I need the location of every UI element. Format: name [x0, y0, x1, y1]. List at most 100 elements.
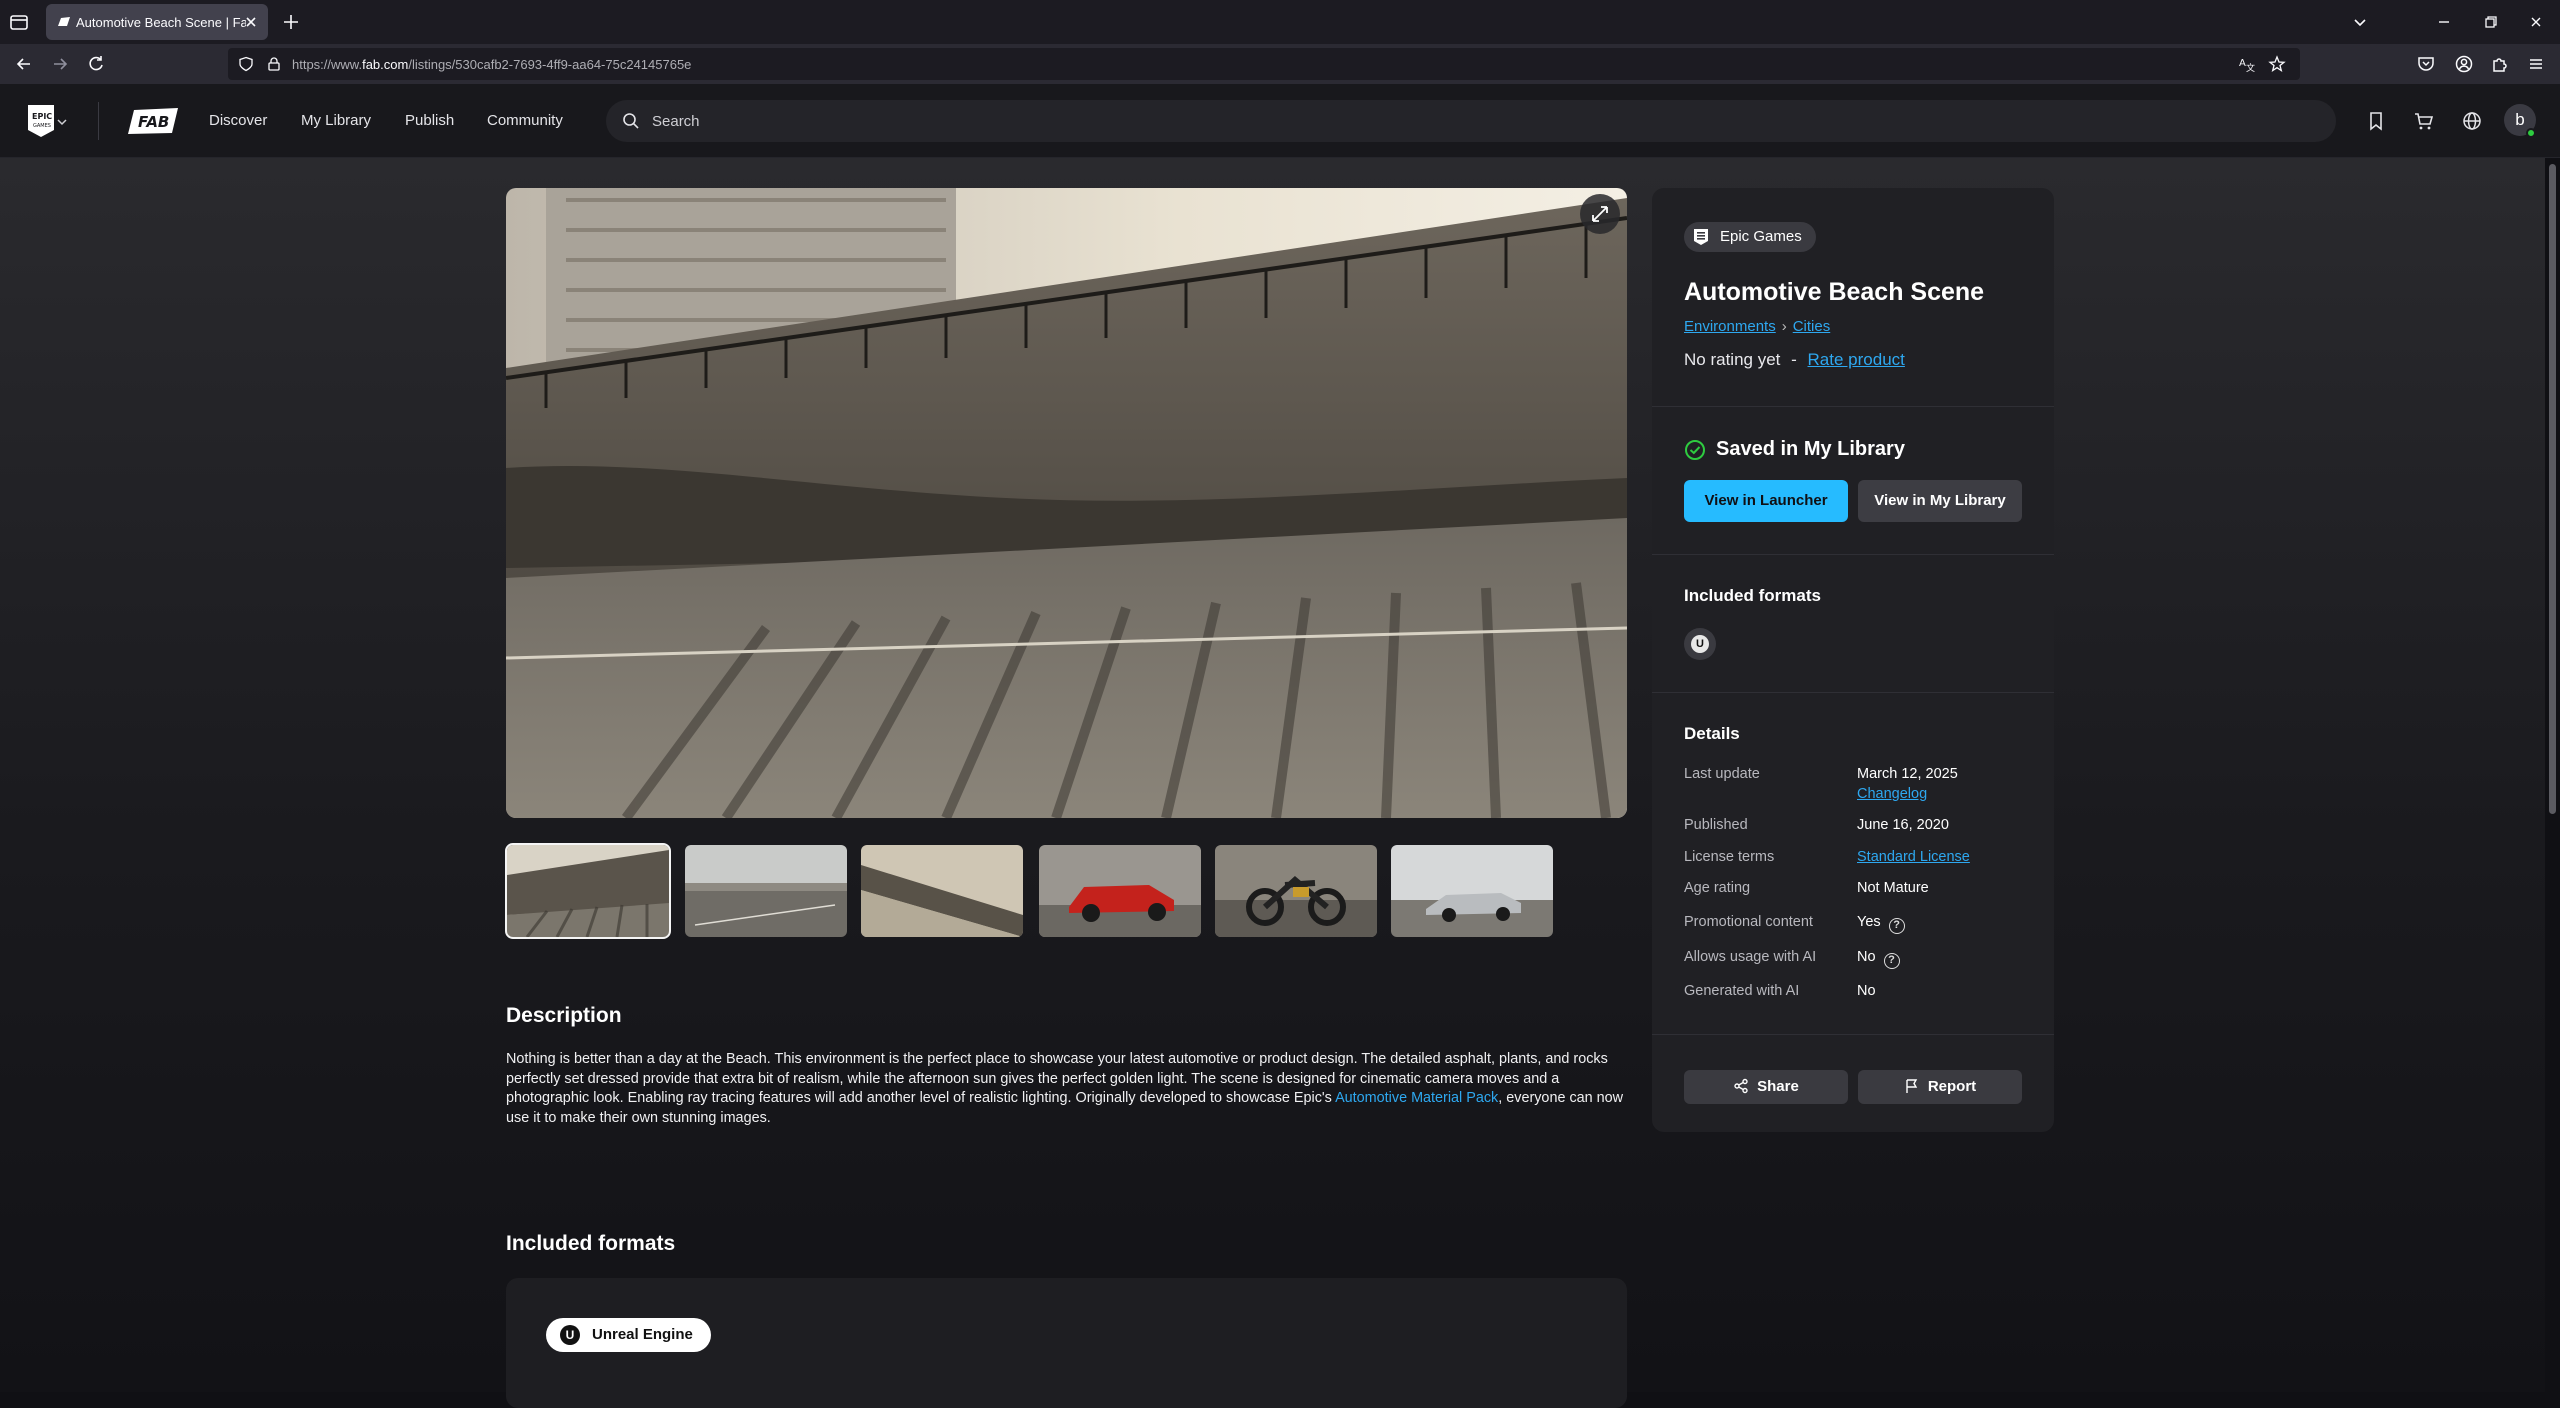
divider: [1652, 406, 2054, 407]
expand-fullscreen-button[interactable]: [1580, 194, 1620, 234]
pocket-icon[interactable]: [2414, 52, 2438, 76]
thumbnail-2[interactable]: [685, 845, 847, 937]
svg-text:FAB: FAB: [138, 113, 169, 131]
view-in-launcher-button[interactable]: View in Launcher: [1684, 480, 1848, 522]
detail-value-ai-usage: No?: [1857, 949, 1900, 969]
changelog-link[interactable]: Changelog: [1857, 786, 1927, 802]
detail-value-last-update: March 12, 2025: [1857, 766, 1958, 782]
minimize-icon[interactable]: [2432, 10, 2456, 34]
nav-discover[interactable]: Discover: [209, 112, 267, 129]
epic-games-logo-icon[interactable]: EPIC GAMES: [26, 104, 56, 138]
nav-my-library[interactable]: My Library: [301, 112, 371, 129]
rating-row: No rating yet - Rate product: [1684, 350, 1905, 370]
rate-product-link[interactable]: Rate product: [1808, 350, 1905, 369]
forward-icon[interactable]: [48, 52, 72, 76]
divider: [1652, 554, 2054, 555]
library-status: Saved in My Library: [1684, 438, 1905, 461]
help-icon[interactable]: ?: [1888, 918, 1905, 934]
included-formats-heading: Included formats: [1684, 586, 1821, 605]
nav-publish[interactable]: Publish: [405, 112, 454, 129]
unreal-engine-format-tab[interactable]: U Unreal Engine: [546, 1318, 711, 1352]
cart-icon[interactable]: [2412, 109, 2436, 133]
detail-label-promotional: Promotional content: [1684, 914, 1813, 930]
tab-title: Automotive Beach Scene | Fab: [76, 15, 246, 30]
fab-logo-icon[interactable]: FAB: [124, 106, 180, 136]
wishlist-bookmark-icon[interactable]: [2364, 109, 2388, 133]
category-breadcrumb: Environments › Cities: [1684, 318, 1830, 335]
report-button[interactable]: Report: [1858, 1070, 2022, 1104]
url-text: https://www.fab.com/listings/530cafb2-76…: [292, 57, 692, 72]
hero-preview-image[interactable]: [506, 188, 1627, 818]
app-menu-icon[interactable]: [2524, 52, 2548, 76]
thumbnail-3[interactable]: [861, 845, 1023, 937]
browser-tab-bar: Automotive Beach Scene | Fab: [0, 0, 2560, 44]
svg-text:EPIC: EPIC: [32, 112, 52, 121]
thumbnail-6[interactable]: [1391, 845, 1553, 937]
product-title: Automotive Beach Scene: [1684, 278, 1985, 306]
svg-text:文: 文: [2246, 62, 2255, 73]
divider: [1652, 692, 2054, 693]
site-header: EPIC GAMES FAB Discover My Library Publis…: [0, 84, 2560, 158]
details-heading: Details: [1684, 724, 1740, 743]
thumbnail-5[interactable]: [1215, 845, 1377, 937]
address-bar[interactable]: https://www.fab.com/listings/530cafb2-76…: [228, 48, 2300, 80]
page-scrollbar[interactable]: [2545, 158, 2560, 1392]
unreal-engine-icon: U: [560, 1325, 580, 1345]
description-heading: Description: [506, 1004, 622, 1027]
svg-text:A: A: [2239, 58, 2246, 69]
restore-icon[interactable]: [2478, 10, 2502, 34]
tab-close-icon[interactable]: [242, 13, 260, 31]
breadcrumb-cities[interactable]: Cities: [1793, 318, 1831, 335]
account-icon[interactable]: [2452, 52, 2476, 76]
header-divider: [98, 102, 99, 140]
rating-text: No rating yet: [1684, 350, 1781, 369]
browser-tab-active[interactable]: Automotive Beach Scene | Fab: [46, 4, 268, 40]
description-text: Nothing is better than a day at the Beac…: [506, 1051, 1624, 1126]
unreal-engine-format-icon[interactable]: U: [1684, 628, 1716, 660]
online-status-dot: [2526, 128, 2536, 138]
fab-favicon-icon: [56, 14, 72, 30]
publisher-name: Epic Games: [1720, 228, 1802, 245]
detail-value-published: June 16, 2020: [1857, 817, 1949, 833]
thumbnail-1[interactable]: [505, 843, 671, 939]
new-tab-icon[interactable]: [280, 11, 302, 33]
lock-icon[interactable]: [266, 56, 282, 72]
scrollbar-thumb[interactable]: [2549, 164, 2556, 814]
translate-icon[interactable]: A文: [2238, 55, 2256, 73]
back-icon[interactable]: [12, 52, 36, 76]
extensions-icon[interactable]: [2488, 52, 2512, 76]
tracking-shield-icon[interactable]: [238, 56, 254, 72]
bookmark-star-icon[interactable]: [2268, 55, 2286, 73]
license-link-wrap: Standard License: [1857, 849, 1970, 865]
product-sidebar: Epic Games Automotive Beach Scene Enviro…: [1652, 188, 2054, 1132]
view-in-my-library-button[interactable]: View in My Library: [1858, 480, 2022, 522]
svg-text:GAMES: GAMES: [33, 123, 51, 129]
reload-icon[interactable]: [84, 52, 108, 76]
epic-menu-chevron-icon[interactable]: [56, 116, 68, 128]
list-all-tabs-icon[interactable]: [2348, 10, 2372, 34]
share-button[interactable]: Share: [1684, 1070, 1848, 1104]
language-globe-icon[interactable]: [2460, 109, 2484, 133]
detail-label-ai-usage: Allows usage with AI: [1684, 949, 1817, 965]
help-icon[interactable]: ?: [1883, 953, 1900, 969]
tab-list-icon[interactable]: [8, 11, 30, 33]
included-formats-card: U Unreal Engine: [506, 1278, 1627, 1408]
breadcrumb-environments[interactable]: Environments: [1684, 318, 1776, 335]
detail-value-generated-ai: No: [1857, 983, 1876, 999]
search-input[interactable]: Search: [606, 100, 2336, 142]
detail-label-age-rating: Age rating: [1684, 880, 1751, 896]
publisher-chip[interactable]: Epic Games: [1684, 222, 1816, 252]
publisher-logo-icon: [1692, 228, 1710, 246]
detail-value-age-rating: Not Mature: [1857, 880, 1929, 896]
divider: [1652, 1034, 2054, 1035]
nav-community[interactable]: Community: [487, 112, 563, 129]
automotive-material-pack-link[interactable]: Automotive Material Pack: [1335, 1090, 1498, 1106]
share-icon: [1734, 1078, 1748, 1094]
detail-value-promotional: Yes?: [1857, 914, 1905, 934]
search-placeholder: Search: [652, 113, 700, 130]
search-icon: [622, 112, 640, 130]
changelog-link-wrap: Changelog: [1857, 786, 1927, 802]
thumbnail-4[interactable]: [1039, 845, 1201, 937]
window-close-icon[interactable]: [2524, 10, 2548, 34]
standard-license-link[interactable]: Standard License: [1857, 849, 1970, 865]
